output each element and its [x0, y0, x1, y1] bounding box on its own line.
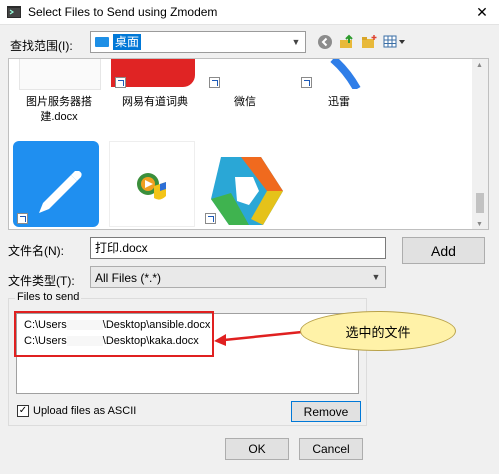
app-icon: [7, 6, 21, 18]
annotation-highlight-box: [14, 311, 214, 357]
media-player-icon: [109, 141, 195, 227]
add-button[interactable]: Add: [402, 237, 485, 264]
back-button[interactable]: [316, 33, 334, 51]
up-folder-button[interactable]: [338, 33, 356, 51]
lookin-combobox[interactable]: 桌面 ▼: [90, 31, 306, 53]
xunlei-icon: [330, 59, 361, 89]
file-list-scrollbar[interactable]: ▲ ▼: [472, 59, 488, 229]
scroll-thumb[interactable]: [476, 193, 484, 213]
file-label: 迅雷: [328, 96, 350, 108]
filetype-combobox[interactable]: All Files (*.*) ▼: [90, 266, 386, 288]
desktop-folder-icon: [95, 37, 109, 47]
view-menu-button[interactable]: [382, 33, 408, 51]
view-menu-icon: [383, 35, 405, 48]
file-label: 微信: [234, 96, 256, 108]
cancel-button[interactable]: Cancel: [299, 438, 363, 460]
shortcut-arrow-icon: [115, 77, 126, 88]
files-to-send-title: Files to send: [15, 291, 82, 303]
close-icon: ✕: [476, 3, 488, 20]
up-folder-icon: [340, 34, 353, 48]
title-bar: Select Files to Send using Zmodem ✕: [0, 0, 499, 25]
ascii-checkbox[interactable]: ✓: [17, 405, 29, 417]
shortcut-arrow-icon: [205, 213, 216, 224]
file-label: 图片服务器搭建.docx: [26, 96, 92, 123]
shortcut-arrow-icon: [209, 77, 220, 88]
remove-button[interactable]: Remove: [291, 401, 361, 422]
filetype-value: All Files (*.*): [95, 271, 162, 285]
new-folder-icon: [362, 35, 377, 48]
scroll-up-icon[interactable]: ▲: [476, 62, 483, 69]
lookin-value: 桌面: [113, 34, 142, 50]
filename-label: 文件名(N):: [8, 244, 64, 258]
lookin-label: 查找范围(I):: [10, 39, 73, 53]
docx-file-icon: [19, 59, 101, 90]
back-icon: [318, 35, 332, 49]
close-button[interactable]: ✕: [465, 0, 499, 24]
new-folder-button[interactable]: [360, 33, 378, 51]
chevron-down-icon: ▼: [291, 37, 301, 47]
ok-button[interactable]: OK: [225, 438, 289, 460]
filetype-label: 文件类型(T):: [8, 274, 75, 288]
file-list[interactable]: 图片服务器搭建.docx 网易有道词典 微信 迅雷 ▲ ▼: [8, 58, 489, 230]
shortcut-arrow-icon: [301, 77, 312, 88]
scroll-down-icon[interactable]: ▼: [476, 221, 483, 228]
shortcut-arrow-icon: [17, 213, 28, 224]
filename-field[interactable]: 打印.docx: [90, 237, 386, 259]
chevron-down-icon: ▼: [371, 272, 381, 282]
annotation-callout: 选中的文件: [300, 311, 456, 351]
file-label: 网易有道词典: [122, 96, 188, 108]
ascii-label: Upload files as ASCII: [33, 405, 137, 417]
window-title: Select Files to Send using Zmodem: [28, 5, 218, 19]
